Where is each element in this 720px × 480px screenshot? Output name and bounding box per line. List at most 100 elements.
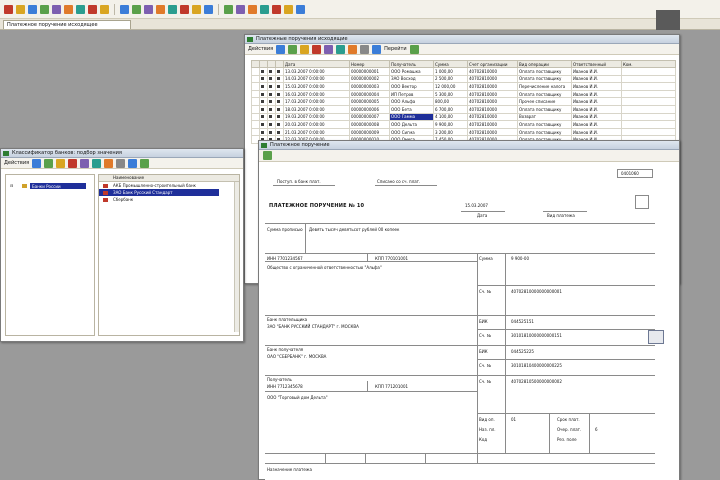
tab-payment-order[interactable]: Платежное поручение исходящее [3,20,131,29]
find-icon[interactable] [120,4,129,14]
stock-icon[interactable] [204,4,213,14]
table-row[interactable]: 15.03.2007 0:00:00 00000000003 ООО Вектор 1… [251,82,676,91]
table-cell: 40702810000 [467,89,518,99]
hierarchy-icon[interactable] [80,158,90,168]
table-row[interactable]: 19.03.2007 0:00:00 00000000007 ООО Гамма 4 … [251,112,676,122]
settings-icon[interactable] [284,4,293,14]
window-title-bar[interactable]: Платежные поручения исходящие [245,35,679,44]
copy-icon[interactable] [64,4,73,14]
op-type-label: Вид оп. [479,417,495,422]
calc-icon[interactable] [132,4,141,14]
payroll-icon[interactable] [248,4,257,14]
form-line [265,345,655,346]
receiver-bank-label: Банк получателя [267,347,304,352]
refresh-icon[interactable] [116,158,126,168]
bank-icon[interactable] [180,4,189,14]
list-item[interactable]: АКБ Промышленно-строительный банк [99,182,239,189]
add-icon[interactable] [276,44,286,54]
table-cell: 4 100,00 [433,112,468,122]
table-row[interactable]: 21.03.2007 0:00:00 00000000009 ООО Сигма 3 … [251,127,676,137]
refresh-icon[interactable] [336,44,346,54]
window-title-bar[interactable]: Классификатор банков: подбор значения [1,149,243,158]
table-row[interactable]: 16.03.2007 0:00:00 00000000004 ИП Петров 5 … [251,89,676,99]
edit-icon[interactable] [300,44,310,54]
table-cell: Иванов И.И. [571,112,622,122]
column-header[interactable]: Дата [283,60,350,68]
delete-icon[interactable] [312,44,322,54]
expand-icon[interactable]: ⊟ [10,183,13,188]
help-icon[interactable] [296,4,305,14]
column-header[interactable]: Вид операции [517,60,572,68]
save-icon[interactable] [28,4,37,14]
copy-icon[interactable] [288,44,298,54]
print-icon[interactable] [263,151,272,160]
debited-line [375,185,437,186]
assets-icon[interactable] [272,4,281,14]
open-icon[interactable] [16,4,25,14]
table-cell: 20.03.2007 0:00:00 [283,120,350,129]
scroll-thumb[interactable] [648,330,664,344]
status-icon [261,84,264,88]
column-header[interactable]: Номер [349,60,390,68]
actions-menu[interactable]: Действия [4,160,29,166]
paste-icon[interactable] [76,4,85,14]
table-row[interactable]: 14.03.2007 0:00:00 00000000002 ЗАО Восход 2… [251,74,676,84]
print-icon[interactable] [128,158,138,168]
table-row[interactable]: 18.03.2007 0:00:00 00000000006 ООО Бета 6 7… [251,104,676,114]
table-cell: 40702810000 [467,97,518,106]
column-header[interactable]: Получатель [389,60,434,68]
filter-icon[interactable] [324,44,334,54]
search-icon[interactable] [92,158,102,168]
vertical-scrollbar[interactable] [234,182,239,332]
delete-icon[interactable] [68,158,78,168]
window-title-bar[interactable]: Платежное поручение [259,141,679,150]
undo-icon[interactable] [88,4,97,14]
journal-icon[interactable] [156,4,165,14]
status-icon [275,89,284,99]
report-icon[interactable] [168,4,177,14]
table-cell: Возврат [517,112,572,122]
list-item[interactable]: ЗАО Банк Русский Стандарт [99,189,219,196]
form-line [265,261,477,262]
table-row[interactable]: 17.03.2007 0:00:00 00000000005 ООО Альфа 80… [251,97,676,106]
cut-icon[interactable] [52,4,61,14]
column-header[interactable] [275,60,284,68]
status-icon [261,92,264,96]
column-header[interactable]: Сумма [433,60,468,68]
column-header[interactable] [251,60,260,68]
cash-icon[interactable] [192,4,201,14]
list-item[interactable]: Сбербанк [99,196,239,203]
payer-account: 40702810000000000001 [511,289,562,294]
column-header[interactable] [259,60,268,68]
add-icon[interactable] [44,158,54,168]
help-icon[interactable] [409,44,419,54]
form-divider [505,253,506,453]
column-header[interactable]: Ответственный [571,60,622,68]
actions-menu[interactable]: Действия [248,46,273,52]
sales-icon[interactable] [224,4,233,14]
table-cell: 00000000001 [349,67,390,76]
print-icon[interactable] [360,44,370,54]
print-icon[interactable] [40,4,49,14]
goto-menu[interactable]: Перейти [384,46,407,52]
sort-icon[interactable] [104,158,114,168]
column-header[interactable] [267,60,276,68]
purchase-icon[interactable] [236,4,245,14]
calendar-icon[interactable] [144,4,153,14]
column-header[interactable]: Счет организации [467,60,518,68]
table-row[interactable]: 13.03.2007 0:00:00 00000000001 ООО Ромашка… [251,67,676,76]
tax-icon[interactable] [260,4,269,14]
table-row[interactable]: 20.03.2007 0:00:00 00000000008 ООО Дельта 9… [251,120,676,129]
structure-icon[interactable] [372,44,382,54]
row-marker [251,74,260,84]
select-icon[interactable] [32,158,42,168]
status-icon [269,100,272,104]
op-type-value: 01 [511,417,517,422]
column-header[interactable]: Ком. [621,60,676,68]
folder-icon[interactable] [56,158,66,168]
help-icon[interactable] [140,158,150,168]
tree-node-root[interactable]: Банки России [30,183,86,189]
redo-icon[interactable] [100,4,109,14]
new-icon[interactable] [4,4,13,14]
post-icon[interactable] [348,44,358,54]
